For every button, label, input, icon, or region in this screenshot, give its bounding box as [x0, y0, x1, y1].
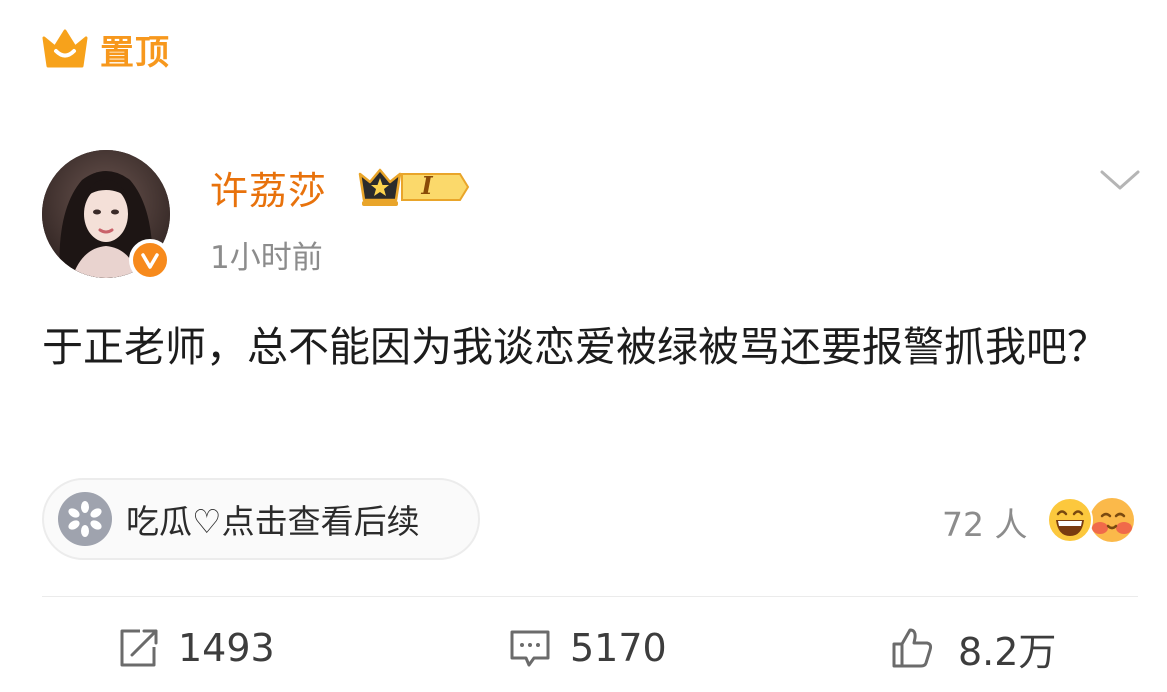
member-level: I	[421, 171, 433, 200]
member-badge[interactable]: I	[356, 164, 470, 210]
repost-button[interactable]: 1493	[116, 620, 275, 676]
comment-count: 5170	[570, 626, 667, 670]
crown-icon	[40, 26, 90, 72]
post-timestamp: 1小时前	[210, 240, 323, 276]
like-button[interactable]: 8.2万	[890, 620, 1056, 676]
repost-icon	[120, 629, 158, 667]
verified-badge	[129, 239, 171, 281]
hug-emoji-icon[interactable]	[1088, 496, 1136, 544]
chevron-down-icon[interactable]	[1098, 164, 1142, 194]
repost-count: 1493	[178, 626, 275, 670]
laughing-emoji-icon[interactable]	[1046, 496, 1094, 544]
comment-button[interactable]: 5170	[508, 620, 667, 676]
pinned-label: 置顶	[100, 32, 170, 73]
melon-seed-icon	[58, 492, 112, 546]
topic-label: 吃瓜♡点击查看后续	[126, 502, 420, 541]
comment-icon	[510, 630, 550, 667]
like-count: 8.2万	[958, 629, 1057, 674]
post-text: 于正老师，总不能因为我谈恋爱被绿被骂还要报警抓我吧？	[42, 323, 1108, 371]
topic-pill[interactable]: 吃瓜♡点击查看后续	[42, 478, 480, 560]
pinned-indicator: 置顶	[40, 26, 170, 73]
thumbs-up-icon	[892, 628, 933, 668]
divider	[42, 596, 1138, 597]
user-name[interactable]: 许荔莎	[210, 160, 327, 215]
reaction-count[interactable]: 72 人	[942, 498, 1027, 546]
